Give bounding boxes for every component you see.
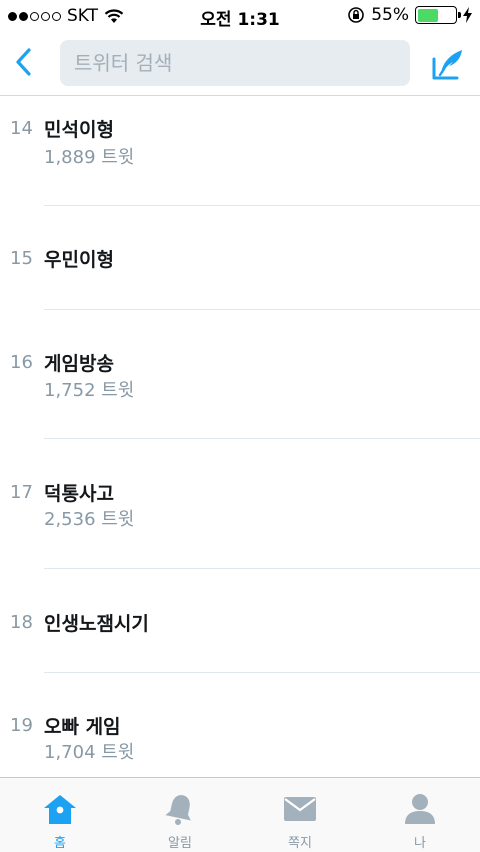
trend-name: 오빠 게임 xyxy=(44,716,121,738)
trend-tweet-count: 1,889 트윗 xyxy=(44,147,135,168)
battery-level-fill xyxy=(417,8,438,22)
tab-me[interactable]: 나 xyxy=(360,778,480,852)
tab-notifications-label: 알림 xyxy=(168,836,192,851)
trend-tweet-count: 2,536 트윗 xyxy=(44,509,135,530)
trend-rank: 18 xyxy=(10,612,33,633)
trend-item[interactable]: 16 게임방송 1,752 트윗 xyxy=(0,310,480,438)
home-icon xyxy=(42,792,78,826)
status-bar: SKT 오전 1:31 55% xyxy=(0,0,480,32)
trend-rank: 14 xyxy=(10,118,33,139)
tab-bar: 홈 알림 쪽지 나 xyxy=(0,777,480,852)
battery-percent: 55% xyxy=(371,5,409,25)
trend-item[interactable]: 15 우민이형 xyxy=(0,206,480,309)
trend-name: 게임방송 xyxy=(44,353,114,375)
tab-home[interactable]: 홈 xyxy=(0,778,120,852)
signal-strength-icon xyxy=(8,11,61,21)
trend-item[interactable]: 18 인생노잼시기 xyxy=(0,569,480,672)
charging-bolt-icon xyxy=(463,7,472,23)
bell-icon xyxy=(162,792,198,826)
trend-name: 우민이형 xyxy=(44,249,114,271)
orientation-lock-icon xyxy=(348,7,365,23)
compose-tweet-button[interactable] xyxy=(428,44,468,84)
tab-messages-label: 쪽지 xyxy=(288,836,312,851)
trend-rank: 19 xyxy=(10,715,33,736)
trend-name: 덕통사고 xyxy=(44,483,114,505)
chevron-left-icon xyxy=(16,48,31,76)
status-left: SKT xyxy=(8,6,124,26)
trend-tweet-count: 1,752 트윗 xyxy=(44,380,135,401)
tab-me-label: 나 xyxy=(414,836,426,851)
trend-name: 민석이형 xyxy=(44,119,114,141)
trend-list: 14 민석이형 1,889 트윗 15 우민이형 16 게임방송 1,752 트… xyxy=(0,97,480,777)
tab-notifications[interactable]: 알림 xyxy=(120,778,240,852)
nav-bar xyxy=(0,32,480,96)
search-input[interactable] xyxy=(60,40,410,86)
trend-rank: 16 xyxy=(10,352,33,373)
trend-name: 인생노잼시기 xyxy=(44,613,149,635)
trend-item[interactable]: 14 민석이형 1,889 트윗 xyxy=(0,97,480,205)
trend-tweet-count: 1,704 트윗 xyxy=(44,742,135,763)
trend-item[interactable]: 17 덕통사고 2,536 트윗 xyxy=(0,439,480,568)
tab-messages[interactable]: 쪽지 xyxy=(240,778,360,852)
back-button[interactable] xyxy=(8,44,38,80)
status-right: 55% xyxy=(347,5,472,25)
battery-icon xyxy=(415,6,461,24)
tab-home-label: 홈 xyxy=(54,836,66,851)
profile-icon xyxy=(402,792,438,826)
wifi-icon xyxy=(104,8,124,23)
trend-item[interactable]: 19 오빠 게임 1,704 트윗 xyxy=(0,673,480,777)
compose-quill-icon xyxy=(432,50,462,80)
trend-rank: 15 xyxy=(10,248,33,269)
carrier-label: SKT xyxy=(67,6,99,26)
envelope-icon xyxy=(282,792,318,826)
trend-rank: 17 xyxy=(10,482,33,503)
